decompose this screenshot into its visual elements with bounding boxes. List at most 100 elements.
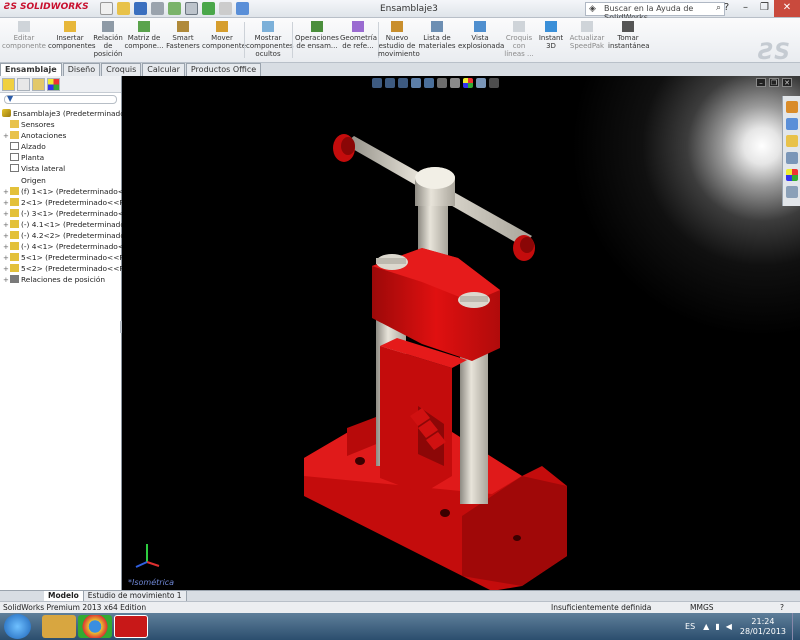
tree-item[interactable]: + (f) 1<1> (Predeterminado<< <box>2 186 130 197</box>
open-folder-icon[interactable] <box>117 2 130 15</box>
rebuild-icon[interactable] <box>202 2 215 15</box>
tab-layout[interactable]: Diseño <box>62 63 101 76</box>
tree-item[interactable]: +5<2> (Predeterminado<<Pr <box>2 263 127 274</box>
instant-3d-button[interactable]: Instant 3D <box>538 21 564 50</box>
tree-item[interactable]: + (-) 4.2<2> (Predeterminado- <box>2 230 128 241</box>
file-properties-icon[interactable] <box>219 2 232 15</box>
tray-arrow-icon[interactable]: ▲ <box>703 622 709 631</box>
assembly-model[interactable] <box>122 76 800 590</box>
tree-item[interactable]: +2<1> (Predeterminado<<Pr <box>2 197 127 208</box>
tab-assembly[interactable]: Ensamblaje <box>0 63 62 76</box>
windows-taskbar: ES ▲ ▮ ◀ 21:24 28/01/2013 <box>0 613 800 640</box>
language-indicator[interactable]: ES <box>685 622 695 631</box>
tree-root-assembly[interactable]: Ensamblaje3 (Predeterminado< <box>2 108 131 119</box>
tree-filter-input[interactable]: ▼ <box>4 94 117 104</box>
help-dropdown-icon[interactable]: ? <box>717 0 736 17</box>
exploded-view-button[interactable]: Vista explosionada <box>458 21 504 50</box>
filter-icon: ▼ <box>7 94 14 103</box>
tree-item[interactable]: Alzado <box>2 141 121 152</box>
select-icon[interactable] <box>185 2 198 15</box>
bill-of-materials-button[interactable]: Lista de materiales <box>418 21 456 50</box>
tree-item[interactable]: + (-) 4<1> (Predeterminado<< <box>2 241 130 252</box>
tree-item[interactable]: +5<1> (Predeterminado<<Pr <box>2 252 127 263</box>
tree-item-label: (-) 4<1> (Predeterminado<< <box>21 242 131 252</box>
start-button[interactable] <box>4 614 31 639</box>
insert-components-button[interactable]: Insertar componentes <box>48 21 96 50</box>
bill-of-materials-icon <box>431 21 443 32</box>
tree-item[interactable]: + Relaciones de posición <box>2 274 121 285</box>
new-document-icon[interactable] <box>100 2 113 15</box>
undo-icon[interactable] <box>168 2 181 15</box>
graphics-area[interactable]: – ❐ ✕ *Isométrica <box>122 76 800 590</box>
tree-item-label: Vista lateral <box>21 164 66 174</box>
tree-item[interactable]: + (-) 4.1<1> (Predeterminado- <box>2 219 128 230</box>
title-bar: ƧS SOLIDWORKS Ensamblaje3 ◈ Buscar en la … <box>0 0 800 22</box>
unit-system[interactable]: MMGS <box>690 602 714 613</box>
tree-item[interactable]: Origen <box>2 175 121 186</box>
status-bar: SolidWorks Premium 2013 x64 Edition Insu… <box>0 601 800 613</box>
clock[interactable]: 21:24 28/01/2013 <box>740 617 786 637</box>
assembly-features-button[interactable]: Operaciones de ensam... <box>294 21 340 50</box>
solidworks-taskbar-icon[interactable] <box>114 615 148 638</box>
feature-manager-tabs <box>0 76 121 93</box>
feature-tree-tab-icon[interactable] <box>2 78 15 91</box>
move-component-button[interactable]: Mover componente <box>202 21 246 50</box>
tree-item[interactable]: + (-) 3<1> (Predeterminado<< <box>2 208 130 219</box>
tab-office-products[interactable]: Productos Office <box>185 63 262 76</box>
button-label: Geometría de refe... <box>340 34 377 50</box>
button-label: Mostrar componentes ocultos <box>246 34 294 58</box>
smart-fasteners-button[interactable]: Smart Fasteners <box>166 21 200 50</box>
tree-item[interactable]: + Anotaciones <box>2 130 121 141</box>
property-manager-tab-icon[interactable] <box>17 78 30 91</box>
clock-time: 21:24 <box>751 616 775 626</box>
configuration-manager-tab-icon[interactable] <box>32 78 45 91</box>
help-icon[interactable]: ? <box>780 602 784 613</box>
edit-component-button[interactable]: Editar componente <box>2 21 46 50</box>
camera-icon <box>622 21 634 32</box>
tree-item-label: 2<1> (Predeterminado<<Pr <box>21 197 127 207</box>
tab-evaluate[interactable]: Calcular <box>142 63 185 76</box>
tab-model[interactable]: Modelo <box>44 591 84 601</box>
ds-logo-watermark: ƧS <box>758 40 790 65</box>
tree-item-label: 5<1> (Predeterminado<<Pr <box>21 253 127 263</box>
show-desktop-button[interactable] <box>792 613 800 640</box>
component-pattern-button[interactable]: Matriz de compone... <box>124 21 164 50</box>
feature-tree: Ensamblaje3 (Predeterminado< Sensores + An… <box>0 106 131 286</box>
network-icon[interactable]: ▮ <box>715 622 719 631</box>
button-label: Operaciones de ensam... <box>295 34 339 50</box>
new-motion-study-button[interactable]: Nuevo estudio de movimiento <box>378 21 420 58</box>
assembly-icon <box>2 109 11 117</box>
tree-node-icon <box>10 164 19 173</box>
expand-toggle[interactable]: + <box>3 275 10 286</box>
print-icon[interactable] <box>151 2 164 15</box>
update-speedpak-button[interactable]: Actualizar SpeedPak <box>568 21 606 50</box>
tree-item-label: (-) 3<1> (Predeterminado<< <box>21 208 131 218</box>
solidworks-logo[interactable]: ƧS SOLIDWORKS <box>4 2 89 12</box>
reference-geometry-button[interactable]: Geometría de refe... <box>340 21 377 50</box>
mate-button[interactable]: Relación de posición <box>92 21 124 58</box>
take-snapshot-button[interactable]: Tomar instantánea <box>608 21 650 50</box>
tree-item[interactable]: Sensores <box>2 119 121 130</box>
tree-item[interactable]: Vista lateral <box>2 163 121 174</box>
maximize-icon[interactable]: ❐ <box>755 0 774 17</box>
insert-components-icon <box>64 21 76 32</box>
ribbon-separator <box>244 22 245 58</box>
help-search-input[interactable]: ◈ Buscar en la Ayuda de SolidWorks ⌕ <box>585 2 725 22</box>
show-hidden-components-icon <box>262 21 274 32</box>
tree-item[interactable]: Planta <box>2 152 121 163</box>
tree-node-icon <box>10 275 19 284</box>
display-manager-tab-icon[interactable] <box>47 78 60 91</box>
chrome-taskbar-icon[interactable] <box>78 615 112 638</box>
options-icon[interactable] <box>236 2 249 15</box>
show-hidden-components-button[interactable]: Mostrar componentes ocultos <box>246 21 294 58</box>
tab-sketch[interactable]: Croquis <box>101 63 142 76</box>
volume-icon[interactable]: ◀ <box>726 622 732 631</box>
explode-line-sketch-button[interactable]: Croquis con líneas ... <box>504 21 534 58</box>
quick-access-toolbar <box>100 2 249 15</box>
command-manager-tabs: Ensamblaje Diseño Croquis Calcular Produ… <box>0 63 800 76</box>
minimize-icon[interactable]: – <box>736 0 755 17</box>
file-explorer-taskbar-icon[interactable] <box>42 615 76 638</box>
save-icon[interactable] <box>134 2 147 15</box>
close-icon[interactable]: ✕ <box>774 0 800 17</box>
tab-motion-study[interactable]: Estudio de movimiento 1 <box>83 591 187 601</box>
